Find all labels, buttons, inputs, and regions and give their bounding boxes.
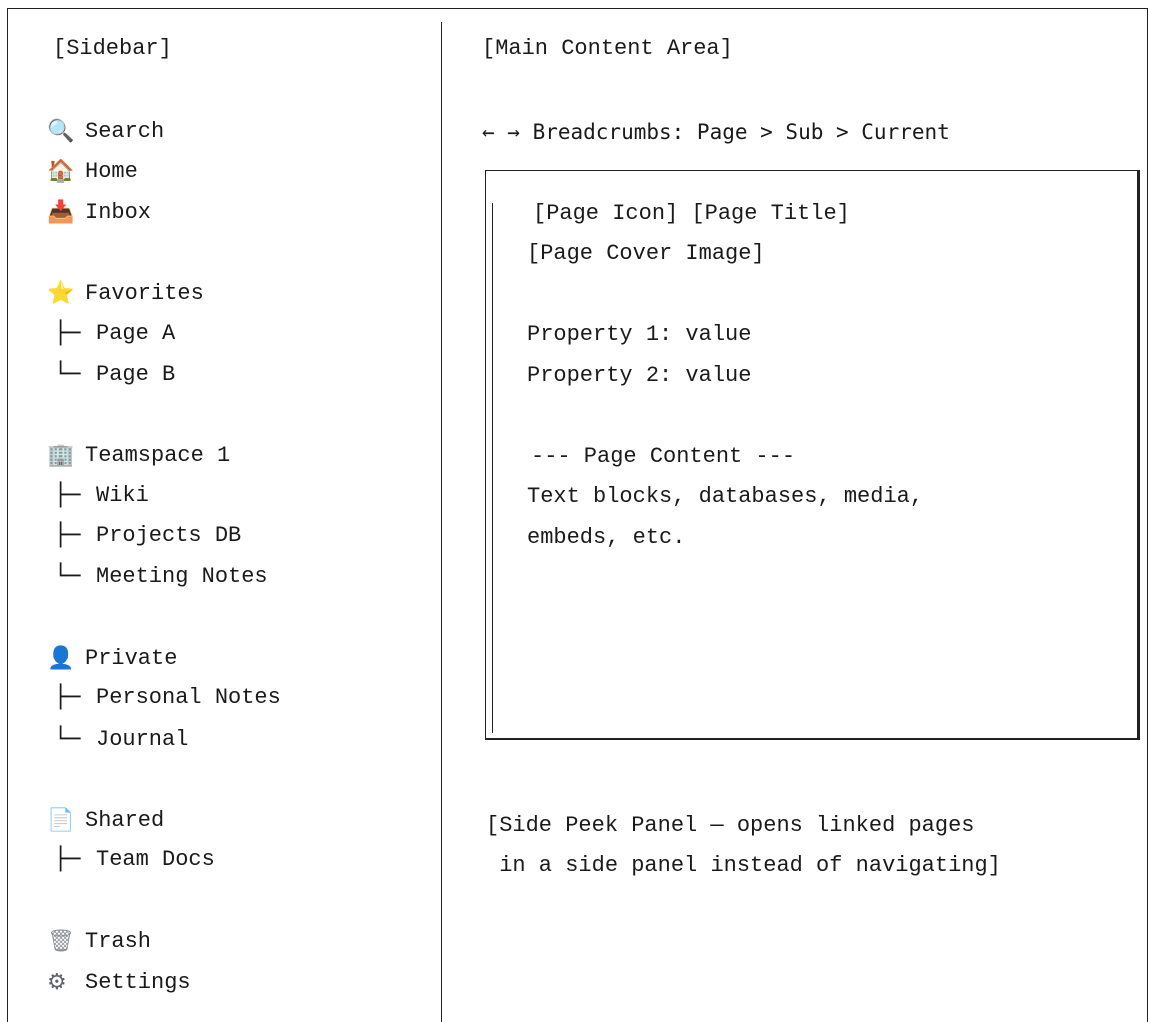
breadcrumb[interactable]: ← → Breadcrumbs: Page > Sub > Current: [482, 118, 950, 146]
page-inner-rule: [492, 203, 493, 733]
tree-branch: └─: [54, 727, 81, 752]
sidebar-item-label: Home: [85, 159, 138, 184]
document-icon: 📄: [47, 808, 75, 833]
sidebar-item-label: Settings: [85, 970, 191, 995]
tree-branch: ├─: [54, 523, 81, 548]
sidebar-item-search[interactable]: 🔍 Search: [47, 117, 164, 147]
sidebar-item-projects-db[interactable]: ├─ Projects DB: [54, 522, 241, 550]
sidebar-item-team-docs[interactable]: ├─ Team Docs: [54, 846, 215, 874]
building-icon: 🏢: [47, 443, 75, 468]
sidebar-section-label: Favorites: [85, 281, 204, 306]
sidebar-item-trash[interactable]: 🗑 Trash: [47, 927, 151, 957]
inbox-icon: 📥: [47, 200, 75, 225]
sidebar-item-label: Page A: [96, 321, 176, 346]
sidebar-section-label: Private: [85, 646, 178, 671]
sidebar-section-favorites[interactable]: ⭐ Favorites: [47, 279, 204, 309]
sidebar-item-label: Projects DB: [96, 523, 242, 548]
sidebar-item-label: Wiki: [96, 483, 149, 508]
sidebar-item-label: Team Docs: [96, 847, 215, 872]
trash-icon: 🗑: [47, 929, 75, 954]
home-icon: 🏠: [47, 159, 75, 184]
page-content-heading: --- Page Content ---: [531, 444, 796, 469]
page-content-line: embeds, etc.: [527, 525, 686, 550]
sidebar-item-journal[interactable]: └─ Journal: [54, 726, 188, 754]
tree-branch: ├─: [54, 847, 81, 872]
sidebar-item-label: Journal: [96, 727, 189, 752]
sidebar-section-shared[interactable]: 📄 Shared: [47, 806, 164, 836]
sidebar-item-label: Inbox: [85, 200, 152, 225]
sidebar-item-page-b[interactable]: └─ Page B: [54, 361, 175, 389]
page-property[interactable]: Property 1: value: [527, 321, 751, 349]
side-peek-panel[interactable]: [Side Peek Panel — opens linked pages in…: [486, 806, 1126, 886]
sidebar-item-page-a[interactable]: ├─ Page A: [54, 320, 175, 348]
page-property[interactable]: Property 2: value: [527, 362, 751, 390]
sidebar-item-home[interactable]: 🏠 Home: [47, 157, 138, 187]
user-icon: 👤: [47, 646, 75, 671]
sidebar-item-inbox[interactable]: 📥 Inbox: [47, 198, 151, 228]
page-cover[interactable]: [Page Cover Image]: [527, 240, 765, 268]
sidebar-section-teamspace-1[interactable]: 🏢 Teamspace 1: [47, 441, 230, 471]
sidebar-heading: [Sidebar]: [53, 36, 172, 61]
sidebar-item-label: Trash: [85, 929, 152, 954]
sidebar-item-label: Personal Notes: [96, 685, 281, 710]
tree-branch: ├─: [54, 321, 81, 346]
sidebar-item-settings[interactable]: ⚙ Settings: [47, 968, 191, 998]
sidebar-item-label: Page B: [96, 362, 176, 387]
sidebar-section-private[interactable]: 👤 Private: [47, 644, 177, 674]
sidebar-item-meeting-notes[interactable]: └─ Meeting Notes: [54, 563, 268, 591]
sidebar-section-label: Teamspace 1: [85, 443, 231, 468]
star-icon: ⭐: [47, 281, 75, 306]
sidebar-item-label: Meeting Notes: [96, 564, 268, 589]
main-heading: [Main Content Area]: [482, 36, 733, 61]
sidebar-item-personal-notes[interactable]: ├─ Personal Notes: [54, 684, 281, 712]
tree-branch: ├─: [54, 685, 81, 710]
sidebar-item-wiki[interactable]: ├─ Wiki: [54, 482, 149, 510]
search-icon: 🔍: [47, 119, 75, 144]
tree-branch: └─: [54, 564, 81, 589]
tree-branch: ├─: [54, 483, 81, 508]
page-content-line: Text blocks, databases, media,: [527, 484, 924, 509]
sidebar-item-label: Search: [85, 119, 165, 144]
tree-branch: └─: [54, 362, 81, 387]
gear-icon: ⚙: [47, 970, 67, 995]
sidebar-divider: [441, 22, 442, 1022]
sidebar-section-label: Shared: [85, 808, 165, 833]
page-header[interactable]: [Page Icon] [Page Title]: [533, 200, 850, 228]
